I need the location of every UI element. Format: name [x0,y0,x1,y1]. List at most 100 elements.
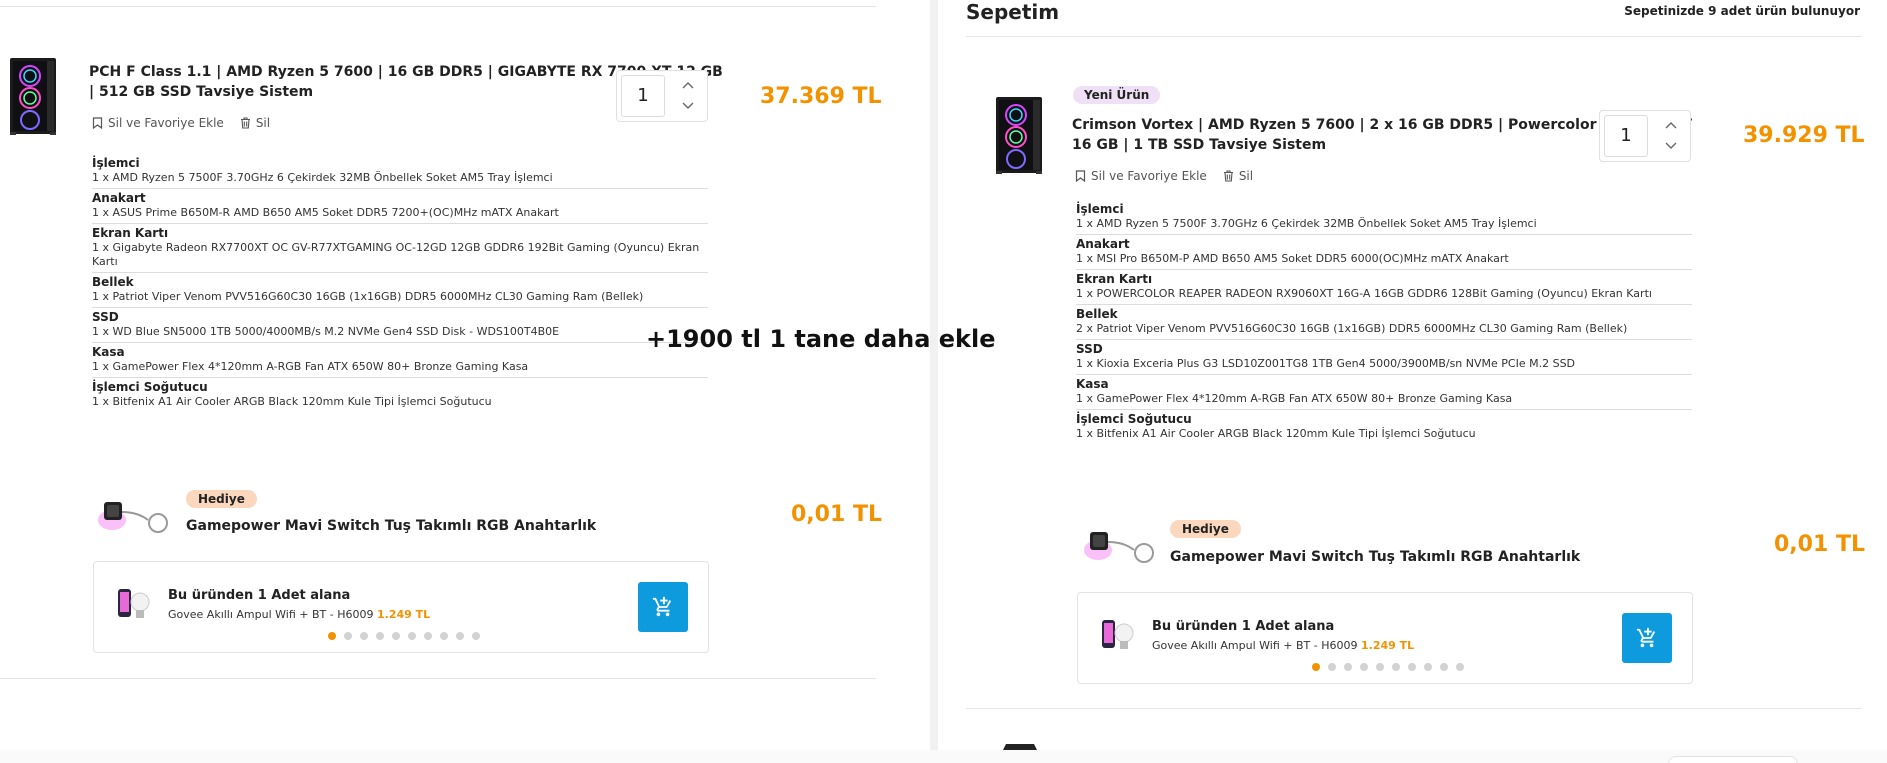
carousel-dot[interactable] [392,632,400,640]
spec-value: 1 x Gigabyte Radeon RX7700XT OC GV-R77XT… [92,241,700,268]
divider [966,708,1862,709]
offer-price: 1.249 TL [376,608,431,621]
item-price: 39.929 TL [1743,123,1865,148]
spec-list: İşlemci 1 x AMD Ryzen 5 7500F 3.70GHz 6 Ç… [92,154,708,412]
product-image-pc-case[interactable] [4,56,62,136]
carousel-dot[interactable] [456,632,464,640]
add-to-cart-button[interactable] [1622,613,1672,663]
carousel-dot[interactable] [424,632,432,640]
keychain-icon [1082,520,1162,570]
chevron-up-icon [682,81,694,89]
save-to-favorites-link[interactable]: Sil ve Favoriye Ekle [92,116,224,130]
carousel-dot[interactable] [472,632,480,640]
gift-image[interactable] [1082,520,1162,570]
carousel-dot[interactable] [408,632,416,640]
carousel-dot[interactable] [1424,663,1432,671]
spec-value: 1 x Kioxia Exceria Plus G3 LSD10Z001TG8 … [1076,357,1576,370]
spec-list: İşlemci 1 x AMD Ryzen 5 7500F 3.70GHz 6 Ç… [1076,200,1692,444]
gift-badge: Hediye [186,490,257,508]
carousel-dot[interactable] [1456,663,1464,671]
carousel-dot[interactable] [1392,663,1400,671]
carousel-dot[interactable] [440,632,448,640]
divider [0,6,876,7]
carousel-dot[interactable] [1344,663,1352,671]
quantity-decrease-button[interactable] [1660,137,1682,155]
spec-value: 1 x Bitfenix A1 Air Cooler ARGB Black 12… [1076,427,1476,440]
gift-price: 0,01 TL [791,502,882,527]
spec-row: Ekran Kartı 1 x POWERCOLOR REAPER RADEON … [1076,270,1692,305]
spec-value: 1 x GamePower Flex 4*120mm A-RGB Fan ATX… [92,360,529,373]
chevron-up-icon [1665,121,1677,129]
spec-row: Bellek 2 x Patriot Viper Venom PVV516G60C… [1076,305,1692,340]
cart-title: Sepetim [966,0,1060,24]
offer-product[interactable]: Govee Akıllı Ampul Wifi + BT - H6009 1.2… [168,608,430,621]
bottom-control[interactable] [1668,756,1798,763]
quantity-increase-button[interactable] [677,76,699,94]
user-annotation-text: +1900 tl 1 tane daha ekle [646,325,996,353]
save-to-favorites-link[interactable]: Sil ve Favoriye Ekle [1075,169,1207,183]
divider [0,678,876,679]
pane-divider [930,0,938,750]
spec-label: Bellek [92,275,134,289]
carousel-dot[interactable] [328,632,336,640]
spec-row: Anakart 1 x ASUS Prime B650M-R AMD B650 A… [92,189,708,224]
delete-link[interactable]: Sil [1223,169,1253,183]
carousel-dot[interactable] [1440,663,1448,671]
carousel-dot[interactable] [1360,663,1368,671]
spec-row: SSD 1 x WD Blue SN5000 1TB 5000/4000MB/s … [92,308,708,343]
spec-label: Kasa [1076,377,1109,391]
spec-value: 1 x MSI Pro B650M-P AMD B650 AM5 Soket D… [1076,252,1509,265]
quantity-decrease-button[interactable] [677,97,699,115]
quantity-input[interactable]: 1 [621,75,665,117]
spec-row: Kasa 1 x GamePower Flex 4*120mm A-RGB Fan… [1076,375,1692,410]
spec-label: SSD [1076,342,1103,356]
offer-product[interactable]: Govee Akıllı Ampul Wifi + BT - H6009 1.2… [1152,639,1414,652]
gift-name[interactable]: Gamepower Mavi Switch Tuş Takımlı RGB An… [186,518,596,534]
carousel-dot[interactable] [1408,663,1416,671]
gift-name[interactable]: Gamepower Mavi Switch Tuş Takımlı RGB An… [1170,549,1580,565]
bookmark-icon [1075,170,1086,182]
carousel-dot[interactable] [1328,663,1336,671]
item-actions: Sil ve Favoriye Ekle Sil [92,116,270,130]
pc-case-icon [4,56,62,136]
offer-title: Bu üründen 1 Adet alana [1152,619,1335,634]
carousel-dot[interactable] [1376,663,1384,671]
quantity-increase-button[interactable] [1660,116,1682,134]
spec-value: 1 x AMD Ryzen 5 7500F 3.70GHz 6 Çekirdek… [92,171,553,184]
spec-label: Ekran Kartı [1076,272,1153,286]
bottom-strip [0,750,1887,763]
delete-link[interactable]: Sil [240,116,270,130]
spec-label: Anakart [1076,237,1130,251]
divider [966,36,1862,37]
spec-label: Kasa [92,345,125,359]
quantity-input[interactable]: 1 [1604,115,1648,157]
pc-case-icon [990,95,1048,175]
spec-row: SSD 1 x Kioxia Exceria Plus G3 LSD10Z001T… [1076,340,1692,375]
spec-row: Ekran Kartı 1 x Gigabyte Radeon RX7700XT … [92,224,708,273]
spec-label: SSD [92,310,119,324]
add-to-cart-button[interactable] [638,582,688,632]
product-image-pc-case[interactable] [990,95,1048,175]
spec-label: İşlemci Soğutucu [1076,412,1192,426]
gift-badge: Hediye [1170,520,1241,538]
new-product-badge: Yeni Ürün [1073,86,1161,104]
spec-label: İşlemci Soğutucu [92,380,208,394]
carousel-dot[interactable] [360,632,368,640]
spec-label: Bellek [1076,307,1118,321]
gift-image[interactable] [96,490,176,540]
carousel-dot[interactable] [1312,663,1320,671]
spec-value: 1 x ASUS Prime B650M-R AMD B650 AM5 Soke… [92,206,559,219]
chevron-down-icon [682,102,694,110]
spec-label: Anakart [92,191,146,205]
spec-value: 1 x AMD Ryzen 5 7500F 3.70GHz 6 Çekirdek… [1076,217,1537,230]
carousel-dot[interactable] [376,632,384,640]
bundle-offer-card: Bu üründen 1 Adet alana Govee Akıllı Amp… [1077,592,1693,684]
offer-title: Bu üründen 1 Adet alana [168,588,351,603]
quantity-stepper: 1 [616,70,708,122]
carousel-dot[interactable] [344,632,352,640]
spec-value: 1 x GamePower Flex 4*120mm A-RGB Fan ATX… [1076,392,1513,405]
carousel-dots [1312,663,1464,671]
add-cart-icon [1636,627,1658,649]
smart-bulb-icon [1100,617,1136,653]
item-actions: Sil ve Favoriye Ekle Sil [1075,169,1253,183]
